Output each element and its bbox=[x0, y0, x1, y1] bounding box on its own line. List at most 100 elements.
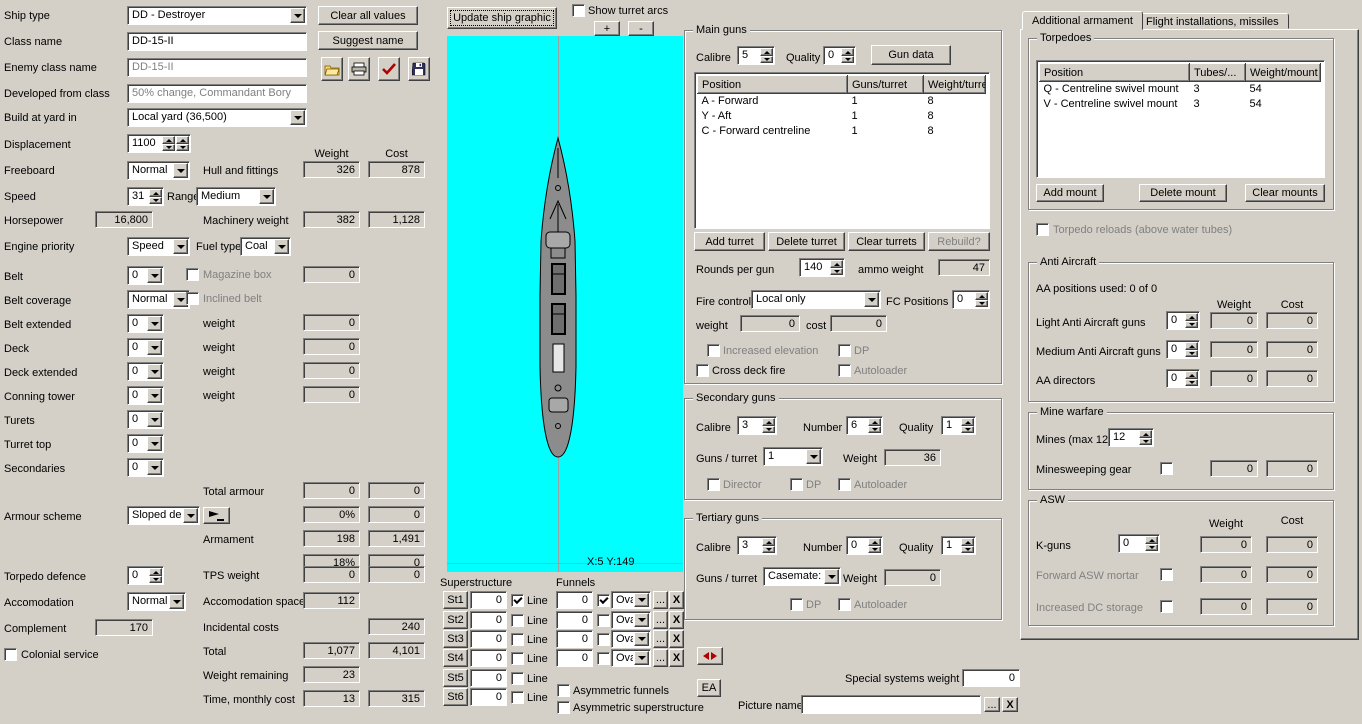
spin-down-icon[interactable] bbox=[1185, 349, 1198, 357]
spin-up-icon[interactable] bbox=[149, 189, 162, 197]
zoom-out-button[interactable]: - bbox=[628, 21, 654, 36]
funnel3-shape-select[interactable]: Oval bbox=[611, 630, 651, 648]
funnel4-delete-button[interactable]: X bbox=[669, 649, 684, 667]
spin-down-icon[interactable] bbox=[1185, 320, 1198, 328]
tab-additional-armament[interactable]: Additional armament bbox=[1022, 11, 1143, 30]
fire-control-select[interactable]: Local only bbox=[751, 290, 881, 309]
freeboard-select[interactable]: Normal bbox=[127, 161, 190, 180]
zoom-in-button[interactable]: + bbox=[594, 21, 620, 36]
table-row[interactable]: C - Forward centreline 1 8 bbox=[698, 124, 986, 139]
st5-value-input[interactable]: 0 bbox=[470, 669, 507, 687]
dropdown-arrow-icon[interactable] bbox=[147, 412, 162, 427]
funnel4-shape-select[interactable]: Oval bbox=[611, 649, 651, 667]
dropdown-arrow-icon[interactable] bbox=[147, 460, 162, 475]
funnel2-more-button[interactable]: ... bbox=[653, 611, 668, 629]
spin-up-icon[interactable] bbox=[868, 418, 881, 426]
spin-down-icon[interactable] bbox=[841, 55, 854, 63]
tab-flight-installations[interactable]: Flight installations, missiles bbox=[1136, 13, 1289, 29]
spin-down-icon[interactable] bbox=[1145, 543, 1158, 551]
weight-per-turret-column-header[interactable]: Weight/turret bbox=[922, 75, 987, 94]
asymmetric-superstructure-checkbox[interactable] bbox=[557, 701, 570, 714]
spin-down-icon[interactable] bbox=[149, 196, 162, 204]
ea-button[interactable]: EA bbox=[697, 679, 721, 697]
position-column-header[interactable]: Position bbox=[697, 75, 848, 94]
spin-up-icon[interactable] bbox=[1185, 313, 1198, 321]
st5-line-checkbox[interactable] bbox=[511, 672, 524, 685]
funnel1-more-button[interactable]: ... bbox=[653, 591, 668, 609]
spin-up-icon[interactable] bbox=[1145, 536, 1158, 544]
tertiary-quality-spinner[interactable]: 1 bbox=[941, 536, 976, 555]
armour-scheme-select[interactable]: Sloped deck bbox=[127, 506, 200, 525]
dropdown-arrow-icon[interactable] bbox=[147, 436, 162, 451]
spin-up-icon[interactable] bbox=[868, 538, 881, 546]
dropdown-arrow-icon[interactable] bbox=[864, 292, 879, 307]
spin-down-icon[interactable] bbox=[760, 55, 773, 63]
picture-browse-button[interactable]: ... bbox=[984, 697, 1000, 712]
belt-coverage-select[interactable]: Normal bbox=[127, 290, 190, 309]
spin-up-icon[interactable] bbox=[830, 260, 843, 268]
mines-spinner[interactable]: 12 bbox=[1108, 428, 1154, 447]
increased-elevation-checkbox[interactable] bbox=[707, 344, 720, 357]
class-name-input[interactable]: DD-15-II bbox=[127, 32, 307, 51]
medium-aa-guns-spinner[interactable]: 0 bbox=[1166, 340, 1200, 359]
open-file-button[interactable] bbox=[321, 57, 343, 81]
st5-button[interactable]: St5 bbox=[443, 669, 468, 687]
dropdown-arrow-icon[interactable] bbox=[290, 8, 305, 23]
save-button[interactable] bbox=[408, 57, 430, 81]
funnel2-value-input[interactable]: 0 bbox=[556, 611, 593, 629]
st2-value-input[interactable]: 0 bbox=[470, 611, 507, 629]
turets-select[interactable]: 0 bbox=[127, 410, 164, 429]
dropdown-arrow-icon[interactable] bbox=[634, 613, 649, 627]
dropdown-arrow-icon[interactable] bbox=[274, 239, 289, 254]
spin-up-icon[interactable] bbox=[176, 136, 189, 144]
torpedo-weight-column-header[interactable]: Weight/mount bbox=[1244, 63, 1322, 82]
k-guns-spinner[interactable]: 0 bbox=[1118, 534, 1160, 553]
main-quality-spinner[interactable]: 0 bbox=[823, 46, 856, 65]
st4-value-input[interactable]: 0 bbox=[470, 649, 507, 667]
colonial-service-checkbox[interactable] bbox=[4, 648, 17, 661]
st3-value-input[interactable]: 0 bbox=[470, 630, 507, 648]
funnel3-more-button[interactable]: ... bbox=[653, 630, 668, 648]
st3-line-checkbox[interactable] bbox=[511, 633, 524, 646]
spin-down-icon[interactable] bbox=[149, 575, 162, 583]
st6-button[interactable]: St6 bbox=[443, 688, 468, 706]
displacement-spinner[interactable]: 1100 bbox=[127, 134, 191, 153]
st6-value-input[interactable]: 0 bbox=[470, 688, 507, 706]
director-checkbox[interactable] bbox=[707, 478, 720, 491]
funnel3-value-input[interactable]: 0 bbox=[556, 630, 593, 648]
deck-select[interactable]: 0 bbox=[127, 338, 164, 357]
prev-next-ship-button[interactable] bbox=[697, 647, 723, 665]
rounds-per-gun-spinner[interactable]: 140 bbox=[799, 258, 845, 277]
funnel4-checkbox[interactable] bbox=[597, 652, 610, 665]
add-mount-button[interactable]: Add mount bbox=[1036, 184, 1104, 202]
st4-line-checkbox[interactable] bbox=[511, 652, 524, 665]
armour-scheme-picker-button[interactable] bbox=[203, 507, 230, 524]
torpedo-tubes-column-header[interactable]: Tubes/... bbox=[1189, 63, 1246, 82]
main-autoloader-checkbox[interactable] bbox=[838, 364, 851, 377]
clear-all-values-button[interactable]: Clear all values bbox=[318, 6, 418, 25]
belt-extended-select[interactable]: 0 bbox=[127, 314, 164, 333]
secondary-autoloader-checkbox[interactable] bbox=[838, 478, 851, 491]
funnel4-more-button[interactable]: ... bbox=[653, 649, 668, 667]
dropdown-arrow-icon[interactable] bbox=[147, 268, 162, 283]
enemy-class-name-input[interactable]: DD-15-II bbox=[127, 58, 307, 77]
gun-data-button[interactable]: Gun data bbox=[871, 45, 951, 65]
st1-line-checkbox[interactable] bbox=[511, 594, 524, 607]
dropdown-arrow-icon[interactable] bbox=[290, 110, 305, 125]
clear-mounts-button[interactable]: Clear mounts bbox=[1245, 184, 1325, 202]
dropdown-arrow-icon[interactable] bbox=[634, 651, 649, 665]
aa-directors-spinner[interactable]: 0 bbox=[1166, 369, 1200, 388]
spin-up-icon[interactable] bbox=[975, 292, 988, 300]
dropdown-arrow-icon[interactable] bbox=[634, 632, 649, 646]
guns-per-turret-column-header[interactable]: Guns/turret bbox=[847, 75, 924, 94]
ship-type-select[interactable]: DD - Destroyer bbox=[127, 6, 307, 25]
fc-positions-spinner[interactable]: 0 bbox=[952, 290, 990, 309]
spin-up-icon[interactable] bbox=[762, 418, 775, 426]
torpedo-defence-spinner[interactable]: 0 bbox=[127, 566, 164, 585]
spin-down-icon[interactable] bbox=[1185, 378, 1198, 386]
ship-canvas[interactable]: X:5 Y:149 bbox=[447, 36, 683, 572]
spin-down-icon[interactable] bbox=[868, 545, 881, 553]
secondaries-select[interactable]: 0 bbox=[127, 458, 164, 477]
funnel3-delete-button[interactable]: X bbox=[669, 630, 684, 648]
forward-asw-mortar-checkbox[interactable] bbox=[1160, 568, 1173, 581]
